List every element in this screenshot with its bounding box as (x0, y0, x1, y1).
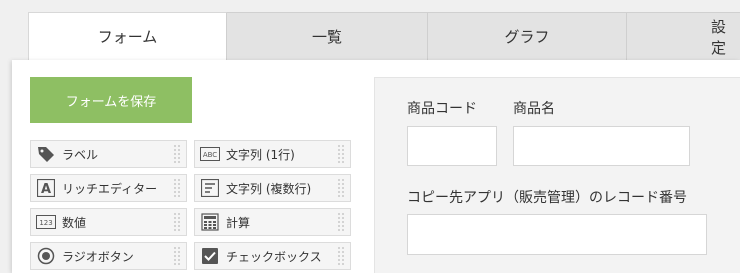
drag-handle-icon[interactable] (172, 245, 182, 267)
palette-item-label-text: 文字列 (複数行) (226, 181, 312, 196)
checkbox-icon (200, 246, 220, 266)
field-label-product-name: 商品名 (513, 101, 555, 117)
tag-icon (36, 144, 56, 164)
palette-item-label-text: 計算 (226, 215, 251, 230)
drag-handle-icon[interactable] (336, 177, 346, 199)
rich-editor-icon: A (36, 178, 56, 198)
drag-handle-icon[interactable] (336, 143, 346, 165)
save-form-button[interactable]: フォームを保存 (30, 77, 192, 123)
field-label-copy-record-number: コピー先アプリ（販売管理）のレコード番号 (407, 190, 687, 206)
drag-handle-icon[interactable] (172, 143, 182, 165)
svg-text:A: A (41, 182, 51, 197)
svg-text:123: 123 (39, 219, 52, 227)
tab-form[interactable]: フォーム (28, 12, 227, 60)
drag-handle-icon[interactable] (172, 177, 182, 199)
tab-settings[interactable]: 設定 (627, 12, 740, 60)
palette-item-radio-button[interactable]: ラジオボタン (30, 242, 187, 270)
tab-list[interactable]: 一覧 (227, 12, 428, 60)
palette-item-label-text: ラベル (62, 147, 99, 162)
palette-item-checkbox[interactable]: チェックボックス (194, 242, 351, 270)
palette-item-label-text: リッチエディター (62, 181, 158, 196)
palette-item-multi-line-text[interactable]: 文字列 (複数行) (194, 174, 351, 202)
palette-item-label[interactable]: ラベル (30, 140, 187, 168)
calculator-icon (200, 212, 220, 232)
product-name-input[interactable] (513, 126, 690, 166)
palette-item-single-line-text[interactable]: ABC 文字列 (1行) (194, 140, 351, 168)
copy-record-number-input[interactable] (407, 214, 707, 255)
palette-item-number[interactable]: 123 数値 (30, 208, 187, 236)
drag-handle-icon[interactable] (336, 211, 346, 233)
drag-handle-icon[interactable] (172, 211, 182, 233)
drag-handle-icon[interactable] (336, 245, 346, 267)
tab-graph[interactable]: グラフ (428, 12, 627, 60)
product-code-input[interactable] (407, 126, 497, 166)
palette-item-label-text: 数値 (62, 215, 87, 230)
text-abc-icon: ABC (200, 144, 220, 164)
palette-item-label-text: 文字列 (1行) (226, 147, 295, 162)
tab-bar: フォーム 一覧 グラフ 設定 (28, 12, 740, 60)
radio-button-icon (36, 246, 56, 266)
palette-item-label-text: チェックボックス (226, 249, 322, 264)
palette-item-calculation[interactable]: 計算 (194, 208, 351, 236)
svg-text:ABC: ABC (203, 151, 217, 159)
palette-item-label-text: ラジオボタン (62, 249, 134, 264)
palette-item-rich-editor[interactable]: A リッチエディター (30, 174, 187, 202)
field-label-product-code: 商品コード (407, 101, 477, 117)
number-icon: 123 (36, 212, 56, 232)
multiline-text-icon (200, 178, 220, 198)
